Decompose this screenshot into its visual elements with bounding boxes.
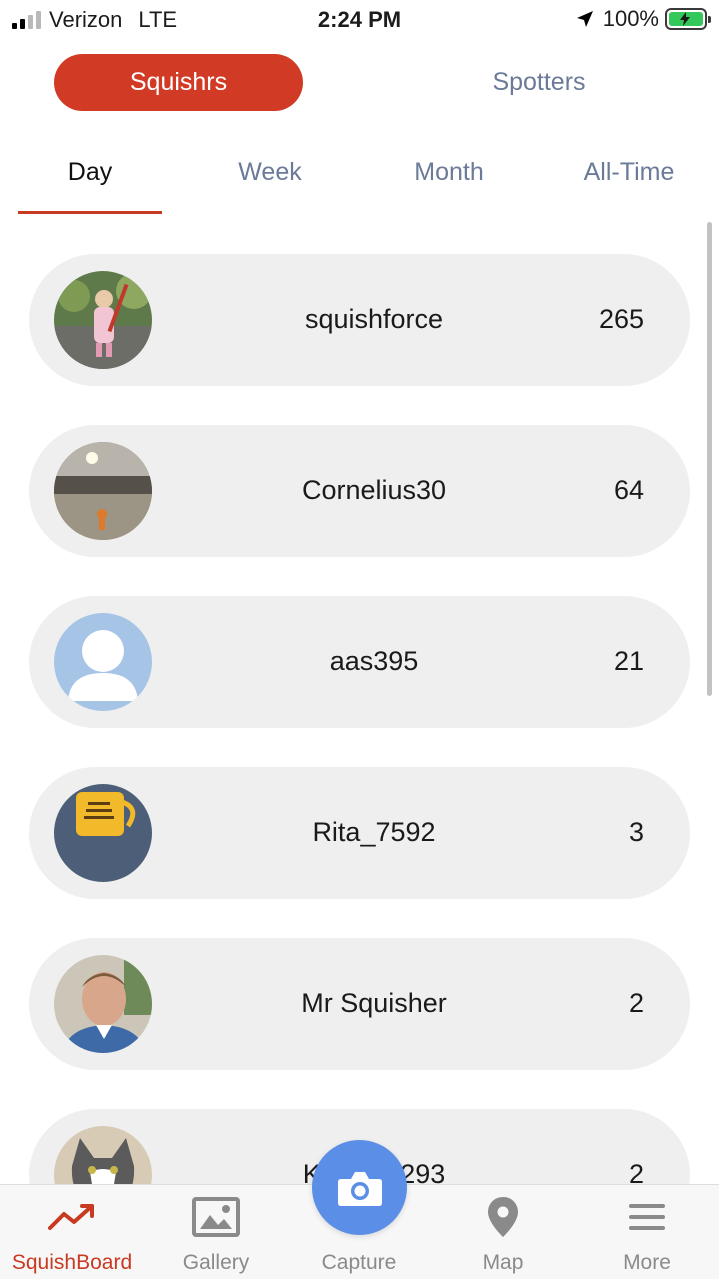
nav-gallery[interactable]: Gallery — [144, 1185, 288, 1279]
nav-more[interactable]: More — [575, 1185, 719, 1279]
leaderboard-row[interactable]: aas395 21 — [29, 596, 690, 728]
player-score: 265 — [598, 304, 644, 334]
map-pin-icon — [479, 1195, 527, 1239]
leaderboard-row[interactable]: Cornelius30 64 — [29, 425, 690, 557]
leaderboard-row[interactable]: Rita_7592 3 — [29, 767, 690, 899]
leaderboard-row[interactable]: Mr Squisher 2 — [29, 938, 690, 1070]
player-name: squishforce — [304, 304, 444, 334]
nav-label: Capture — [321, 1251, 397, 1274]
player-name: Mr Squisher — [301, 988, 447, 1018]
player-score: 2 — [628, 988, 644, 1018]
tab-day[interactable]: Day — [18, 158, 162, 187]
nav-label: Map — [482, 1251, 524, 1274]
location-arrow-icon — [576, 11, 593, 27]
camera-icon — [337, 1171, 382, 1206]
player-score: 3 — [628, 817, 644, 847]
leaderboard-row[interactable]: squishforce 265 — [29, 254, 690, 386]
player-name: aas395 — [329, 646, 419, 676]
nav-map[interactable]: Map — [431, 1185, 575, 1279]
period-tabs: Day Week Month All-Time — [0, 150, 719, 216]
nav-label: Gallery — [182, 1251, 250, 1274]
capture-button[interactable] — [312, 1140, 407, 1235]
tab-week[interactable]: Week — [198, 158, 342, 187]
menu-icon — [623, 1195, 671, 1239]
battery-percent: 100% — [602, 6, 659, 31]
nav-squishboard[interactable]: SquishBoard — [0, 1185, 144, 1279]
player-score: 2 — [628, 1159, 644, 1184]
avatar — [54, 1126, 152, 1184]
image-icon — [192, 1195, 240, 1239]
player-name: Rita_7592 — [312, 817, 436, 847]
avatar — [54, 271, 152, 369]
player-score: 21 — [613, 646, 644, 676]
active-tab-indicator — [18, 211, 162, 214]
trending-up-icon — [48, 1195, 96, 1239]
avatar — [54, 784, 152, 882]
status-bar: Verizon LTE 2:24 PM 100% — [0, 0, 719, 40]
player-name: Cornelius30 — [301, 475, 447, 505]
nav-label: SquishBoard — [11, 1251, 133, 1274]
player-score: 64 — [613, 475, 644, 505]
tab-all-time[interactable]: All-Time — [557, 158, 701, 187]
tab-month[interactable]: Month — [377, 158, 521, 187]
avatar — [54, 955, 152, 1053]
leaderboard-list[interactable]: squishforce 265 Cornelius30 64 aas395 21… — [0, 230, 719, 1184]
default-user-icon — [54, 613, 152, 711]
avatar — [54, 442, 152, 540]
scrollbar[interactable] — [707, 222, 712, 696]
nav-label: More — [623, 1251, 671, 1274]
battery-icon — [665, 8, 711, 30]
toggle-spotters[interactable]: Spotters — [420, 54, 658, 111]
status-right: 100% — [575, 6, 711, 32]
toggle-squishrs[interactable]: Squishrs — [54, 54, 303, 111]
